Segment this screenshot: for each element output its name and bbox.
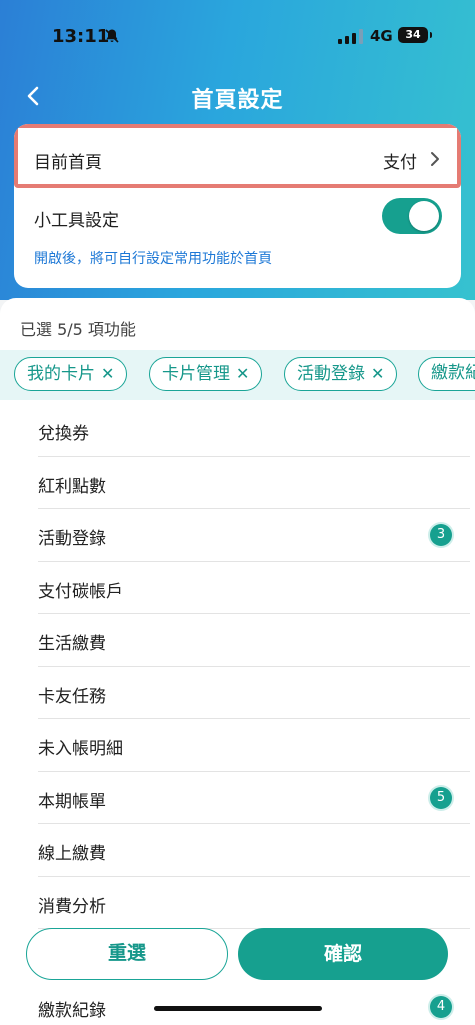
close-icon[interactable]: ✕ [101,364,114,383]
list-item-label: 消費分析 [38,896,106,917]
chevron-right-icon [431,152,439,166]
list-item[interactable]: 線上繳費 [38,824,470,877]
order-badge: 4 [430,996,452,1018]
list-item[interactable]: 兌換券 [38,404,470,457]
chip-label: 活動登錄 [297,364,365,384]
list-item-label: 未入帳明細 [38,739,123,759]
chip-card-management[interactable]: 卡片管理 ✕ [149,357,263,391]
selected-count: 已選 5/5 項功能 [20,320,136,339]
list-item[interactable]: 紅利點數 [38,457,470,509]
phone-screen: 13:11 4G 34 首頁設定 目前首頁 支付 小工具設定 開啟後，將可自行設… [0,0,475,1025]
signal-icon [338,29,363,44]
chip-label: 卡片管理 [162,364,230,384]
close-icon[interactable]: ✕ [236,364,249,383]
network-type: 4G [370,27,393,45]
home-indicator [154,1006,322,1011]
nav-bar: 首頁設定 [0,72,475,122]
battery-icon: 34 [398,27,432,43]
list-item-label: 繳款紀錄 [38,1001,106,1021]
function-list-panel: 已選 5/5 項功能 我的卡片 ✕ 卡片管理 ✕ 活動登錄 ✕ 繳款紀 兌換券 紅利點… [0,298,475,1025]
chip-payment-record[interactable]: 繳款紀 [418,357,475,391]
chip-label: 我的卡片 [27,364,95,384]
chip-label: 繳款紀 [431,363,475,383]
chip-event-registration[interactable]: 活動登錄 ✕ [284,357,398,391]
list-item-label: 兌換券 [38,424,89,444]
widget-setting-label: 小工具設定 [34,211,119,231]
current-home-row[interactable]: 目前首頁 支付 [14,124,461,188]
widget-hint-text: 開啟後，將可自行設定常用功能於首頁 [34,251,272,267]
list-item[interactable]: 活動登錄 3 [38,509,470,562]
list-item[interactable]: 生活繳費 [38,614,470,667]
bell-muted-icon [105,29,119,43]
close-icon[interactable]: ✕ [371,364,384,383]
current-home-label: 目前首頁 [34,153,102,173]
function-list: 兌換券 紅利點數 活動登錄 3 支付碳帳戶 生活繳費 卡友任務 未入帳明細 本期帳… [0,404,475,929]
widget-toggle[interactable] [382,198,442,234]
list-item[interactable]: 未入帳明細 [38,719,470,772]
list-item-label: 活動登錄 [38,529,106,549]
list-item-label: 紅利點數 [38,476,106,497]
confirm-button[interactable]: 確認 [238,928,448,980]
current-home-value: 支付 [383,153,417,173]
chip-my-card[interactable]: 我的卡片 ✕ [14,357,128,391]
list-item-label: 支付碳帳戶 [38,581,123,602]
toggle-knob [409,201,439,231]
list-item[interactable]: 支付碳帳戶 [38,562,470,614]
page-title: 首頁設定 [191,88,284,113]
list-item-label: 卡友任務 [38,686,106,707]
status-time: 13:11 [52,26,110,47]
status-bar: 13:11 4G 34 [0,0,475,72]
list-item-label: 線上繳費 [38,844,106,864]
reset-button[interactable]: 重選 [26,928,228,980]
list-item[interactable]: 本期帳單 5 [38,772,470,824]
list-item-label: 生活繳費 [38,634,106,654]
list-item[interactable]: 消費分析 [38,877,470,929]
selected-chips-strip[interactable]: 我的卡片 ✕ 卡片管理 ✕ 活動登錄 ✕ 繳款紀 [0,350,475,400]
settings-card: 目前首頁 支付 小工具設定 開啟後，將可自行設定常用功能於首頁 [14,124,461,288]
order-badge: 3 [430,524,452,546]
order-badge: 5 [430,786,452,809]
list-item[interactable]: 卡友任務 [38,667,470,719]
list-item-label: 本期帳單 [38,791,106,812]
